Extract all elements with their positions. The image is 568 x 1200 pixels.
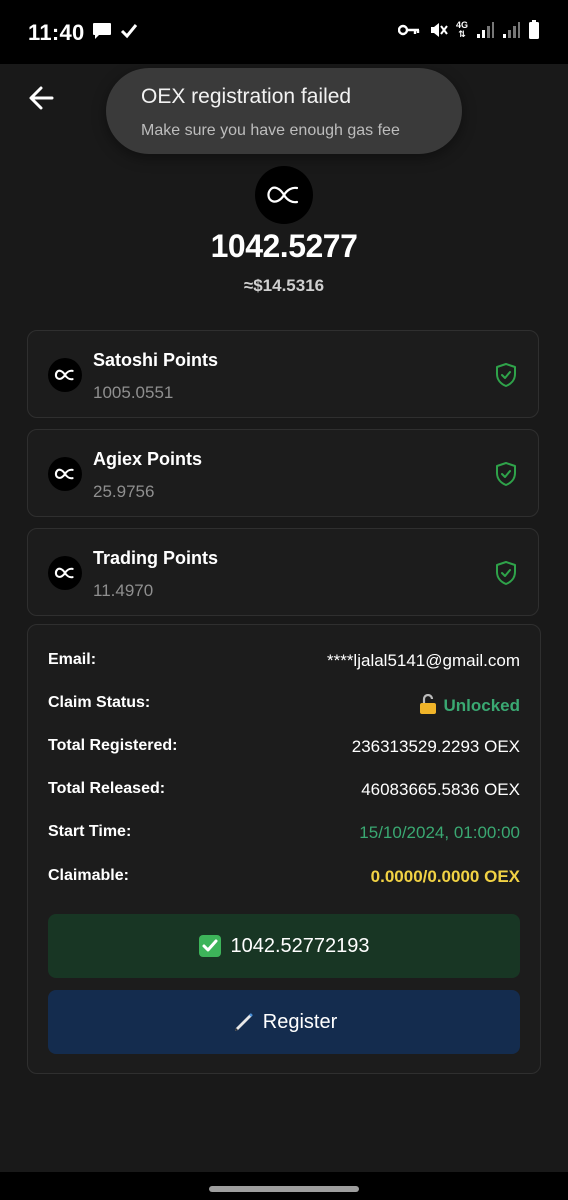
status-time: 11:40 — [28, 20, 85, 45]
claimable-label: Claimable: — [48, 867, 129, 884]
shield-check-icon — [496, 561, 516, 585]
claimed-amount-label: 1042.52772193 — [230, 934, 370, 957]
points-card-agiex: Agiex Points 25.9756 — [27, 429, 539, 517]
start-time-label: Start Time: — [48, 823, 132, 840]
claim-status-value: Unlocked — [443, 696, 520, 715]
total-released-value: 46083665.5836 OEX — [361, 780, 520, 799]
toast-message: Make sure you have enough gas fee — [141, 122, 400, 139]
check-icon — [120, 24, 138, 39]
register-button[interactable]: Register — [48, 990, 520, 1054]
gesture-nav-bar — [0, 1172, 568, 1200]
claim-status-row: Claim Status: Unlocked — [48, 694, 520, 718]
signal-icon — [477, 22, 494, 38]
points-value: 25.9756 — [93, 482, 155, 501]
points-value: 11.4970 — [93, 581, 154, 600]
start-time-value: 15/10/2024, 01:00:00 — [359, 823, 520, 842]
oex-logo — [255, 166, 313, 224]
oex-logo-icon — [48, 457, 82, 491]
points-value: 1005.0551 — [93, 383, 174, 402]
system-icons: 4G ⇅ — [397, 20, 540, 40]
oex-logo-icon — [267, 186, 299, 204]
oex-logo-icon — [48, 556, 82, 590]
total-released-label: Total Released: — [48, 780, 166, 797]
points-card-trading: Trading Points 11.4970 — [27, 528, 539, 616]
unlocked-lock-icon — [420, 694, 437, 714]
claimed-amount-button[interactable]: 1042.52772193 — [48, 914, 520, 978]
email-label: Email: — [48, 651, 97, 668]
oex-logo-icon — [48, 358, 82, 392]
total-registered-value: 236313529.2293 OEX — [351, 737, 520, 756]
error-toast: OEX registration failed Make sure you ha… — [106, 68, 462, 154]
shield-check-icon — [496, 462, 516, 486]
back-arrow-icon[interactable] — [26, 82, 58, 114]
status-bar: 11:40 4G ⇅ — [0, 0, 568, 64]
pen-icon — [234, 1013, 253, 1031]
total-released-row: Total Released: 46083665.5836 OEX — [48, 780, 520, 804]
data-arrows-icon: ⇅ — [458, 29, 466, 39]
key-icon — [397, 24, 420, 36]
register-label: Register — [262, 1010, 338, 1033]
total-registered-label: Total Registered: — [48, 737, 178, 754]
email-row: Email: ****ljalal5141@gmail.com — [48, 651, 520, 675]
start-time-row: Start Time: 15/10/2024, 01:00:00 — [48, 823, 520, 847]
mute-icon — [430, 23, 448, 37]
points-name: Satoshi Points — [93, 350, 219, 370]
total-registered-row: Total Registered: 236313529.2293 OEX — [48, 737, 520, 761]
home-handle[interactable] — [209, 1186, 359, 1192]
toast-title: OEX registration failed — [141, 85, 352, 108]
claim-info-card: Email: ****ljalal5141@gmail.com Claim St… — [27, 624, 541, 1074]
points-card-satoshi: Satoshi Points 1005.0551 — [27, 330, 539, 418]
claimable-row: Claimable: 0.0000/0.0000 OEX — [48, 867, 520, 891]
points-name: Agiex Points — [93, 449, 203, 469]
claim-status-value-wrap: Unlocked — [419, 694, 520, 716]
battery-icon — [529, 20, 539, 39]
usd-balance: ≈$14.5316 — [243, 276, 325, 295]
check-mark-icon — [199, 935, 222, 957]
network-indicator: 4G ⇅ — [456, 21, 468, 39]
shield-check-icon — [496, 363, 516, 387]
claimable-value: 0.0000/0.0000 OEX — [370, 867, 520, 886]
claim-status-label: Claim Status: — [48, 694, 151, 711]
email-value: ****ljalal5141@gmail.com — [326, 651, 520, 670]
points-name: Trading Points — [93, 548, 219, 568]
signal-icon — [503, 22, 520, 38]
chat-icon — [93, 23, 111, 39]
total-balance: 1042.5277 — [210, 228, 358, 264]
notification-icons — [92, 22, 138, 40]
